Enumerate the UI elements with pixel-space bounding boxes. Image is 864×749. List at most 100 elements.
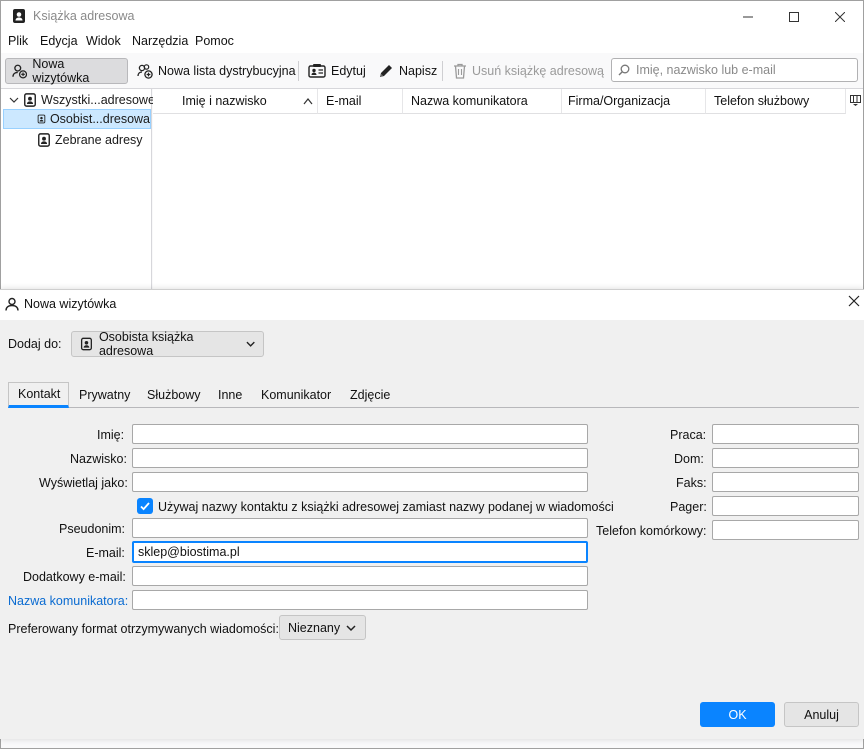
- title-bar: Książka adresowa: [1, 1, 863, 32]
- maximize-icon: [789, 11, 799, 22]
- tree-item-personal-book[interactable]: Osobist...dresowa: [3, 109, 151, 129]
- column-header-im[interactable]: Nazwa komunikatora: [403, 89, 562, 114]
- column-header-label: E-mail: [326, 94, 362, 108]
- new-card-button[interactable]: Nowa wizytówka: [5, 57, 128, 85]
- format-label: Preferowany format otrzymywanych wiadomo…: [8, 622, 279, 636]
- close-icon: [835, 11, 845, 22]
- pager-field[interactable]: [712, 496, 859, 516]
- column-picker-icon[interactable]: [850, 95, 861, 109]
- format-dropdown[interactable]: Nieznany: [279, 615, 366, 640]
- work-phone-label: Praca:: [670, 428, 707, 442]
- display-name-field[interactable]: [132, 472, 588, 492]
- first-name-label: Imię:: [97, 428, 125, 442]
- close-button[interactable]: [817, 1, 863, 32]
- minimize-button[interactable]: [725, 1, 771, 32]
- delete-book-label: Usuń książkę adresową: [472, 64, 605, 78]
- tree-item-all-books[interactable]: Wszystki...adresowe: [9, 90, 155, 110]
- address-book-icon: [38, 133, 50, 147]
- menu-plik[interactable]: Plik: [8, 34, 28, 48]
- menu-edycja[interactable]: Edycja: [40, 34, 78, 48]
- tab-inne[interactable]: Inne: [209, 382, 251, 408]
- contact-list: Imię i nazwisko E-mail Nazwa komunikator…: [153, 89, 863, 289]
- edit-label: Edytuj: [331, 64, 366, 78]
- fax-field[interactable]: [712, 472, 859, 492]
- column-header-label: Telefon służbowy: [714, 94, 810, 108]
- home-phone-field[interactable]: [712, 448, 859, 468]
- delete-book-button[interactable]: Usuń książkę adresową: [447, 58, 610, 84]
- tree-item-collected-addresses[interactable]: Zebrane adresy: [37, 130, 143, 150]
- tab-komunikator[interactable]: Komunikator: [252, 382, 340, 408]
- additional-email-field[interactable]: [132, 566, 588, 586]
- add-to-dropdown[interactable]: Osobista książka adresowa: [71, 330, 264, 358]
- mobile-field[interactable]: [712, 520, 859, 540]
- tree-item-label: Wszystki...adresowe: [41, 93, 155, 107]
- new-list-button[interactable]: Nowa lista dystrybucyjna: [131, 58, 302, 84]
- home-phone-label: Dom:: [674, 452, 704, 466]
- email-label: E-mail:: [86, 546, 125, 560]
- new-list-label: Nowa lista dystrybucyjna: [158, 64, 296, 78]
- work-phone-field[interactable]: [712, 424, 859, 444]
- chevron-down-icon: [346, 624, 356, 631]
- tree-item-label: Zebrane adresy: [55, 133, 143, 147]
- tab-sluzbowy[interactable]: Służbowy: [138, 382, 210, 408]
- new-card-dialog: Nowa wizytówka Dodaj do: Osobista książk…: [0, 289, 864, 739]
- close-icon: [848, 295, 860, 307]
- fax-label: Faks:: [676, 476, 707, 490]
- trash-icon: [454, 63, 466, 79]
- column-header-name[interactable]: Imię i nazwisko: [153, 89, 318, 114]
- column-header-email[interactable]: E-mail: [318, 89, 403, 114]
- column-header-label: Nazwa komunikatora: [411, 94, 528, 108]
- add-to-value: Osobista książka adresowa: [98, 330, 194, 358]
- menu-narzedzia[interactable]: Narzędzia: [132, 34, 188, 48]
- last-name-field[interactable]: [132, 448, 588, 468]
- column-header-label: Imię i nazwisko: [182, 94, 267, 108]
- im-name-label[interactable]: Nazwa komunikatora:: [8, 594, 128, 608]
- person-icon: [5, 297, 19, 311]
- display-name-label: Wyświetlaj jako:: [39, 476, 128, 490]
- add-to-label: Dodaj do:: [8, 337, 62, 351]
- address-book-icon: [24, 93, 36, 107]
- chevron-down-icon[interactable]: [9, 95, 19, 105]
- write-button[interactable]: Napisz: [372, 58, 443, 84]
- search-placeholder: Imię, nazwisko lub e-mail: [636, 63, 776, 77]
- minimize-icon: [743, 16, 753, 17]
- dialog-title: Nowa wizytówka: [24, 297, 117, 311]
- pencil-icon: [380, 65, 392, 77]
- email-field[interactable]: sklep@biostima.pl: [132, 541, 588, 563]
- address-book-tree: Wszystki...adresowe Osobist...dresowa Ze…: [1, 89, 155, 289]
- tab-zdjecie[interactable]: Zdjęcie: [341, 382, 399, 408]
- toolbar-separator: [442, 61, 443, 81]
- chevron-down-icon: [246, 341, 255, 347]
- menu-pomoc[interactable]: Pomoc: [195, 34, 234, 48]
- mobile-label: Telefon komórkowy:: [596, 524, 707, 538]
- search-input[interactable]: Imię, nazwisko lub e-mail: [611, 58, 858, 82]
- menu-bar: Plik Edycja Widok Narzędzia Pomoc: [1, 32, 863, 53]
- sort-ascending-icon: [303, 98, 313, 105]
- nickname-field[interactable]: [132, 518, 588, 538]
- column-header-work-phone[interactable]: Telefon służbowy: [706, 89, 846, 114]
- maximize-button[interactable]: [771, 1, 817, 32]
- im-name-field[interactable]: [132, 590, 588, 610]
- format-value: Nieznany: [288, 620, 341, 635]
- address-book-icon: [11, 8, 27, 24]
- use-display-name-checkbox[interactable]: [137, 498, 153, 514]
- column-header-organization[interactable]: Firma/Organizacja: [560, 89, 706, 114]
- address-book-icon: [80, 337, 92, 351]
- checkmark-icon: [140, 502, 150, 511]
- ok-button[interactable]: OK: [700, 702, 775, 727]
- use-display-name-label[interactable]: Używaj nazwy kontaktu z książki adresowe…: [158, 500, 614, 514]
- tab-kontakt[interactable]: Kontakt: [8, 382, 69, 408]
- tab-prywatny[interactable]: Prywatny: [70, 382, 139, 408]
- window-title: Książka adresowa: [33, 9, 135, 23]
- add-list-icon: [137, 64, 153, 79]
- first-name-field[interactable]: [132, 424, 588, 444]
- pager-label: Pager:: [670, 500, 707, 514]
- last-name-label: Nazwisko:: [70, 452, 127, 466]
- edit-button[interactable]: Edytuj: [302, 58, 372, 84]
- cancel-button[interactable]: Anuluj: [784, 702, 859, 727]
- column-header-label: Firma/Organizacja: [568, 94, 671, 108]
- edit-card-icon: [308, 64, 326, 78]
- menu-widok[interactable]: Widok: [86, 34, 121, 48]
- dialog-close-button[interactable]: [848, 294, 860, 312]
- address-book-icon: [37, 114, 46, 124]
